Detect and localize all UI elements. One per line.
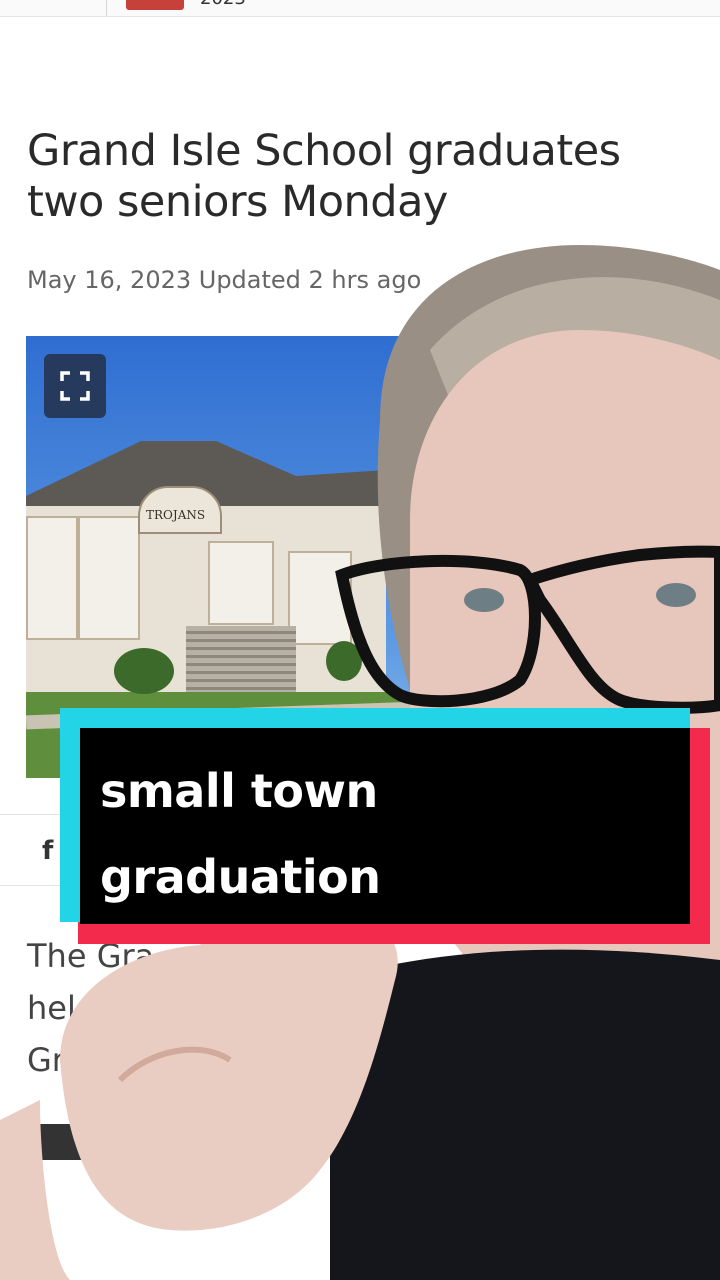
building-panel: [26, 516, 78, 640]
article-headline: Grand Isle School graduates two seniors …: [27, 126, 621, 227]
caption-sticker: small town graduation: [60, 708, 710, 944]
bush: [326, 641, 362, 681]
strip-divider: [106, 0, 107, 16]
related-article-thumbnail[interactable]: [126, 0, 184, 10]
building-panel: [288, 551, 352, 645]
school-stairs: [186, 626, 296, 696]
tiktok-video-frame: 2023 Grand Isle School graduates two sen…: [0, 0, 720, 1280]
building-panel: [78, 516, 140, 640]
caption-line-2: graduation: [100, 850, 381, 904]
caption-line-1: small town: [100, 764, 378, 818]
facebook-icon[interactable]: f: [42, 836, 53, 866]
article-date-line: May 16, 2023 Updated 2 hrs ago: [27, 266, 422, 294]
article-body: The Gra held Gr: [27, 930, 154, 1086]
expand-photo-button[interactable]: [44, 354, 106, 418]
building-panel: [208, 541, 274, 625]
related-article-year: 2023: [200, 0, 246, 9]
expand-icon: [60, 371, 90, 401]
comment-icon[interactable]: [456, 272, 482, 290]
comment-count[interactable]: 0: [490, 266, 505, 294]
article-media-bar: [26, 1124, 86, 1160]
article-body-line: held: [27, 989, 97, 1027]
article-body-line: Gr: [27, 1041, 65, 1079]
caption-text: small town graduation: [100, 748, 660, 920]
school-sign-text: TROJANS: [146, 508, 206, 522]
related-articles-strip[interactable]: 2023: [0, 0, 720, 17]
bush: [114, 648, 174, 694]
